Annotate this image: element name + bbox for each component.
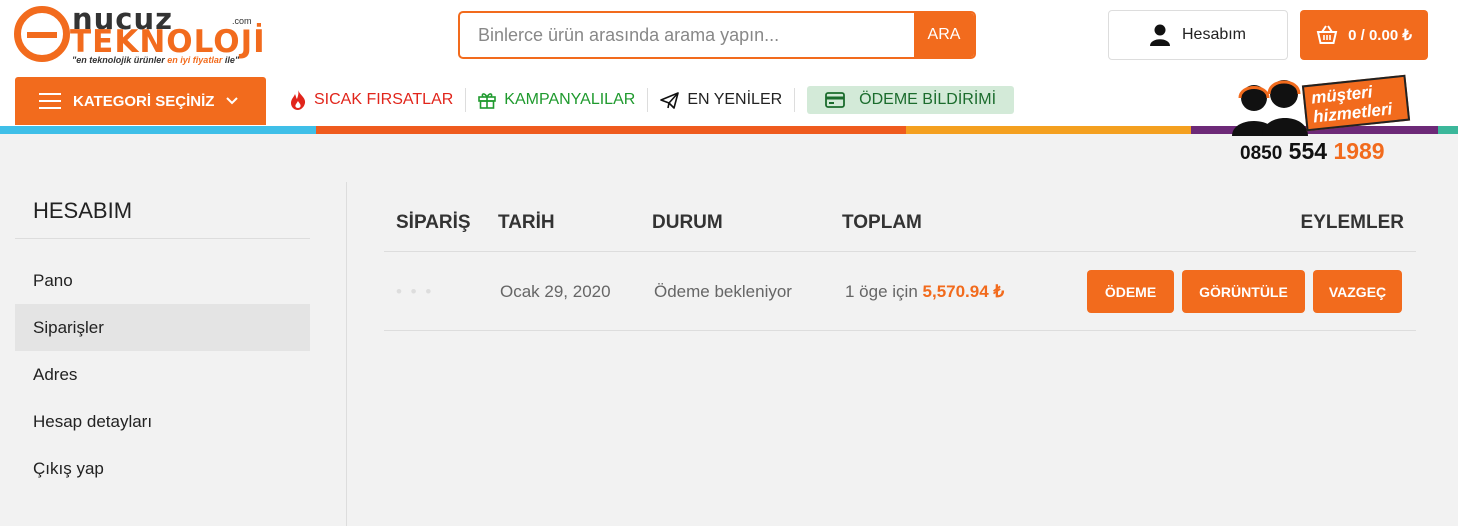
color-stripe [0, 126, 316, 134]
hamburger-icon [39, 93, 61, 109]
order-status: Ödeme bekleniyor [654, 282, 792, 301]
cancel-order-button[interactable]: VAZGEÇ [1313, 270, 1402, 313]
paper-plane-icon [660, 91, 680, 109]
phone-part: 1989 [1333, 138, 1385, 164]
support-phone: 0850 554 1989 [1240, 138, 1385, 165]
pay-button[interactable]: ÖDEME [1087, 270, 1174, 313]
user-icon [1149, 24, 1170, 46]
cart-total: 0 / 0.00 ₺ [1348, 27, 1412, 44]
customer-service-badge: müşteri hizmetleri [1301, 74, 1411, 132]
headset-agents-icon [1232, 80, 1308, 136]
sidebar-item-address[interactable]: Adres [15, 351, 310, 398]
slogan-text: "en teknolojik ürünler [72, 55, 168, 65]
site-logo[interactable]: nucuz .com TEKNOLOJİ "en teknolojik ürün… [14, 2, 265, 68]
basket-icon [1316, 25, 1338, 44]
sidebar-menu: Pano Siparişler Adres Hesap detayları Çı… [15, 257, 310, 492]
color-stripe [316, 126, 906, 134]
column-header-actions: EYLEMLER [1300, 212, 1404, 233]
phone-part: 0850 [1240, 143, 1283, 164]
account-sidebar: HESABIM Pano Siparişler Adres Hesap deta… [15, 182, 310, 492]
column-header-status: DURUM [652, 212, 723, 233]
fire-icon [291, 90, 306, 110]
phone-part: 554 [1288, 138, 1328, 164]
nav-item-label: EN YENİLER [687, 91, 783, 108]
slogan-text-end: ile" [222, 55, 240, 65]
order-number-link[interactable]: • • • [396, 282, 433, 302]
table-row: • • • Ocak 29, 2020 Ödeme bekleniyor 1 ö… [384, 252, 1416, 331]
column-header-date: TARİH [498, 212, 555, 233]
category-menu-button[interactable]: KATEGORİ SEÇİNİZ [15, 77, 266, 125]
sidebar-item-account-details[interactable]: Hesap detayları [15, 398, 310, 445]
order-total-price: 5,570.94 ₺ [922, 282, 1005, 301]
nav-item-campaigns[interactable]: KAMPANYALILAR [466, 86, 647, 114]
nav-item-payment-notice[interactable]: ÖDEME BİLDİRİMİ [807, 86, 1015, 114]
sidebar-item-logout[interactable]: Çıkış yap [15, 445, 310, 492]
nav-item-newest[interactable]: EN YENİLER [648, 86, 794, 114]
account-button[interactable]: Hesabım [1108, 10, 1288, 60]
order-total: 1 öge için 5,570.94 ₺ [845, 282, 1004, 302]
slogan-highlight: en iyi fiyatlar [167, 55, 223, 65]
sidebar-item-orders[interactable]: Siparişler [15, 304, 310, 351]
orders-table-header: SİPARİŞ TARİH DURUM TOPLAM EYLEMLER [384, 200, 1416, 252]
view-button[interactable]: GÖRÜNTÜLE [1182, 270, 1305, 313]
content-divider [346, 182, 347, 526]
main-nav: SICAK FIRSATLAR KAMPANYALILAR EN YENİLER… [288, 86, 1015, 114]
search-button[interactable]: ARA [914, 13, 974, 57]
nav-item-hot-deals[interactable]: SICAK FIRSATLAR [288, 86, 465, 114]
cart-button[interactable]: 0 / 0.00 ₺ [1300, 10, 1428, 60]
order-total-prefix: 1 öge için [845, 282, 918, 301]
credit-card-icon [825, 92, 846, 108]
nav-item-label: SICAK FIRSATLAR [314, 91, 454, 108]
logo-slogan: "en teknolojik ürünler en iyi fiyatlar i… [72, 55, 239, 65]
column-header-total: TOPLAM [842, 212, 922, 233]
nav-item-label: ÖDEME BİLDİRİMİ [859, 91, 997, 108]
category-menu-label: KATEGORİ SEÇİNİZ [73, 92, 215, 110]
chevron-down-icon [226, 97, 239, 105]
order-date: Ocak 29, 2020 [500, 282, 611, 301]
logo-e-mark [14, 6, 70, 62]
color-stripe [906, 126, 1191, 134]
gift-icon [478, 93, 497, 109]
customer-service-banner[interactable]: müşteri hizmetleri 0850 554 1989 [1228, 68, 1448, 168]
search-bar: ARA [458, 11, 976, 59]
nav-divider [794, 88, 796, 112]
sidebar-item-dashboard[interactable]: Pano [15, 257, 310, 304]
column-header-order: SİPARİŞ [396, 212, 471, 233]
search-input[interactable] [460, 13, 916, 57]
order-actions: ÖDEME GÖRÜNTÜLE VAZGEÇ [1087, 270, 1402, 313]
nav-item-label: KAMPANYALILAR [504, 91, 636, 108]
sidebar-title: HESABIM [15, 182, 310, 239]
account-label: Hesabım [1181, 26, 1247, 43]
